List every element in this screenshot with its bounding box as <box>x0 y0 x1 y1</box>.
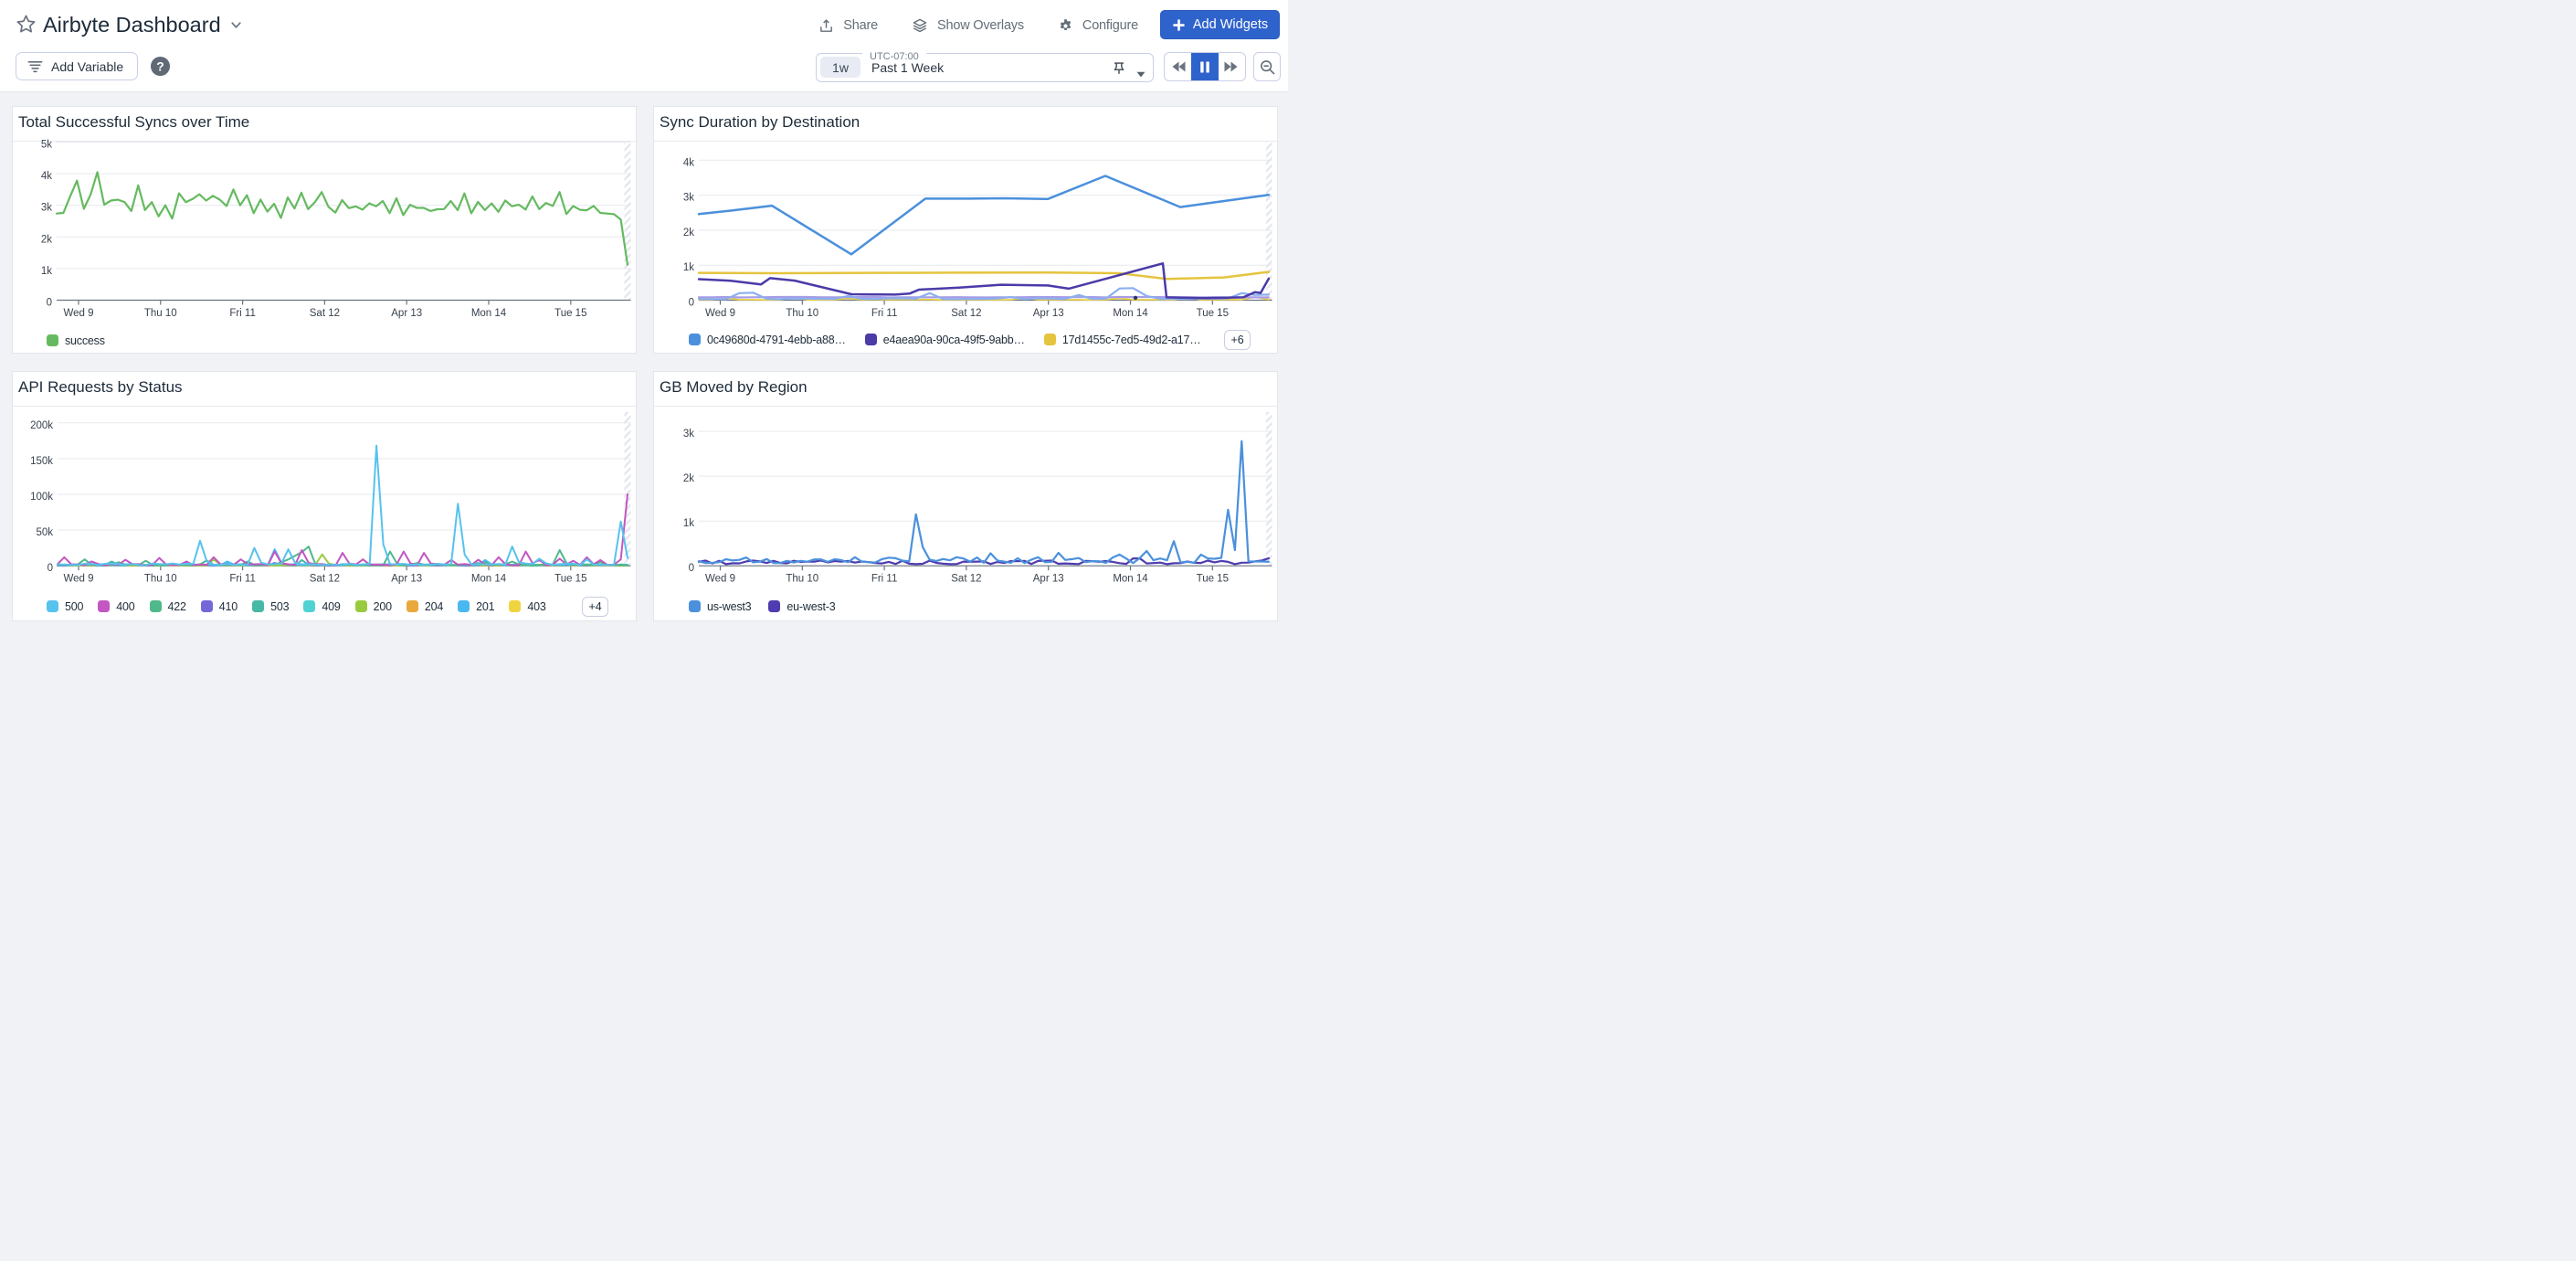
svg-text:?: ? <box>156 58 164 73</box>
